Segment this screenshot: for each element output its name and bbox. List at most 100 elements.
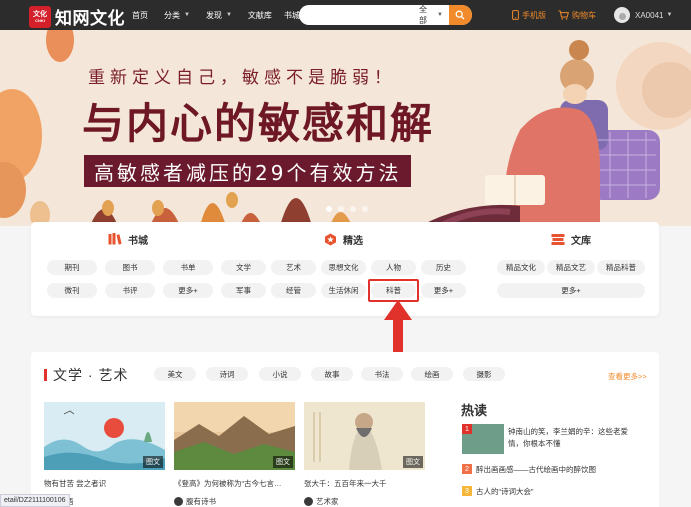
literature-art-section: 文学 · 艺术 美文 诗词 小说 故事 书法 绘画 摄影 查看更多>> 图文 物… [31, 352, 659, 507]
top-navigation-bar: 文化 CNKI 知网文化 首页 分类 ▼ 发现 ▼ 文献库 书城 全部 ▼ 手机版 购… [0, 0, 691, 30]
cart-icon [558, 10, 569, 20]
bookstore-column: 书城 期刊 图书 书单 微刊 书评 更多+ [43, 222, 213, 316]
chip-people[interactable]: 人物 [371, 260, 416, 275]
library-column: 文库 精品文化 精品文艺 精品科普 更多+ [497, 222, 645, 316]
carousel-dot[interactable] [362, 206, 368, 212]
username: XA0041 [635, 10, 664, 20]
nav-home[interactable]: 首页 [132, 10, 148, 21]
source-icon [174, 497, 183, 506]
highlight-box [368, 279, 419, 302]
view-more-link[interactable]: 查看更多>> [608, 371, 647, 382]
chip-bookstore-more[interactable]: 更多+ [163, 283, 213, 298]
rank-badge: 3 [462, 486, 472, 496]
hot-item[interactable]: 3 古人的“诗词大会” [462, 486, 534, 497]
chip-library-more[interactable]: 更多+ [497, 283, 645, 298]
section-marker [44, 369, 47, 381]
featured-heading: 精选 [221, 222, 466, 256]
tag-fiction[interactable]: 小说 [259, 367, 301, 381]
books-icon [108, 233, 122, 245]
carousel-dot[interactable] [350, 206, 356, 212]
nav-discover[interactable]: 发现 ▼ [206, 10, 232, 21]
chip-art[interactable]: 艺术 [271, 260, 316, 275]
carousel-dot[interactable] [326, 206, 332, 212]
type-badge: 图文 [143, 456, 163, 468]
chip-literature[interactable]: 文学 [221, 260, 266, 275]
featured-column: 精选 文学 艺术 思想文化 人物 历史 军事 经管 生活休闲 科普 更多+ [221, 222, 466, 316]
chip-military[interactable]: 军事 [221, 283, 266, 298]
user-menu[interactable]: XA0041 ▼ [614, 7, 672, 23]
search-box: 全部 ▼ [299, 5, 472, 25]
chip-micro-journals[interactable]: 微刊 [47, 283, 97, 298]
nav-category[interactable]: 分类 ▼ [164, 10, 190, 21]
chip-thought-culture[interactable]: 思想文化 [321, 260, 366, 275]
banner-title: 与内心的敏感和解 [82, 99, 435, 148]
chevron-down-icon: ▼ [225, 12, 232, 18]
banner-headline: 重新定义自己，敏感不是脆弱！ [88, 68, 396, 88]
search-scope-select[interactable]: 全部 ▼ [419, 5, 443, 25]
hot-item[interactable]: 2 醉出画画感——古代绘画中的醉饮图 [462, 464, 596, 475]
category-panel: 书城 期刊 图书 书单 微刊 书评 更多+ 精选 文学 艺术 思想文化 人物 历… [31, 222, 659, 316]
article-title[interactable]: 《登高》为何被称为“古今七言… [174, 478, 295, 489]
search-icon [456, 10, 465, 20]
article-source[interactable]: 腹有诗书 [174, 496, 295, 507]
article-title[interactable]: 张大千：五百年来一大千 [304, 478, 425, 489]
tag-poetry[interactable]: 诗词 [206, 367, 248, 381]
bookstore-heading: 书城 [43, 222, 213, 256]
nav-library[interactable]: 文献库 [248, 10, 272, 21]
main-nav: 首页 分类 ▼ 发现 ▼ 文献库 书城 [132, 0, 316, 30]
banner-subtitle: 高敏感者减压的29个有效方法 [84, 155, 412, 187]
tag-calligraphy[interactable]: 书法 [361, 367, 403, 381]
chevron-down-icon: ▼ [184, 12, 190, 18]
site-logo[interactable]: 文化 CNKI 知网文化 [29, 4, 125, 29]
user-nav: 手机版 购物车 XA0041 ▼ [512, 0, 672, 30]
logo-text: 知网文化 [55, 9, 125, 28]
article-title[interactable]: 物有甘苦 尝之者识 [44, 478, 165, 489]
source-icon [304, 497, 313, 506]
section-title: 文学 · 艺术 [53, 367, 129, 383]
nav-bookstore[interactable]: 书城 [284, 10, 300, 21]
hot-reads-title: 热读 [461, 403, 488, 418]
chevron-down-icon: ▼ [666, 12, 673, 18]
tag-stories[interactable]: 故事 [311, 367, 353, 381]
search-input[interactable] [299, 5, 419, 25]
search-button[interactable] [448, 5, 472, 25]
chip-quality-science[interactable]: 精品科普 [597, 260, 645, 275]
article-thumbnail: 图文 [44, 402, 165, 470]
cart-link[interactable]: 购物车 [558, 10, 596, 21]
chip-economics[interactable]: 经管 [271, 283, 316, 298]
hero-banner[interactable]: 重新定义自己，敏感不是脆弱！ 与内心的敏感和解 高敏感者减压的29个有效方法 [0, 30, 691, 226]
logo-badge: 文化 CNKI [29, 5, 51, 28]
chip-featured-more[interactable]: 更多+ [421, 283, 466, 298]
rank-badge: 1 [462, 424, 472, 434]
carousel-dots [326, 206, 374, 212]
badge-star-icon [325, 233, 336, 245]
article-card[interactable]: 图文 物有甘苦 尝之者识 思·悟 [44, 402, 165, 507]
library-icon [551, 234, 565, 245]
article-thumbnail: 图文 [304, 402, 425, 470]
carousel-dot[interactable] [338, 206, 344, 212]
status-bar-url: etail/DZ2111100106 [0, 494, 70, 507]
article-card[interactable]: 图文 《登高》为何被称为“古今七言… 腹有诗书 [174, 402, 295, 507]
type-badge: 图文 [403, 456, 423, 468]
chip-periodicals[interactable]: 期刊 [47, 260, 97, 275]
tag-essays[interactable]: 美文 [154, 367, 196, 381]
type-badge: 图文 [273, 456, 293, 468]
article-card[interactable]: 图文 张大千：五百年来一大千 艺术家 [304, 402, 425, 507]
tag-painting[interactable]: 绘画 [411, 367, 453, 381]
chip-quality-arts[interactable]: 精品文艺 [547, 260, 595, 275]
tag-photography[interactable]: 摄影 [463, 367, 505, 381]
chip-history[interactable]: 历史 [421, 260, 466, 275]
hot-item[interactable]: 1 钟南山的笑，李兰娟的辛：这些老爱情，你根本不懂 [462, 424, 628, 454]
chevron-down-icon: ▼ [437, 12, 443, 18]
mobile-link[interactable]: 手机版 [512, 10, 546, 21]
chip-booklists[interactable]: 书单 [163, 260, 213, 275]
chip-quality-culture[interactable]: 精品文化 [497, 260, 545, 275]
article-source[interactable]: 艺术家 [304, 496, 425, 507]
library-heading: 文库 [497, 222, 645, 256]
chip-lifestyle[interactable]: 生活休闲 [321, 283, 366, 298]
chip-books[interactable]: 图书 [105, 260, 155, 275]
chip-book-reviews[interactable]: 书评 [105, 283, 155, 298]
article-thumbnail: 图文 [174, 402, 295, 470]
rank-badge: 2 [462, 464, 472, 474]
avatar [614, 7, 630, 23]
